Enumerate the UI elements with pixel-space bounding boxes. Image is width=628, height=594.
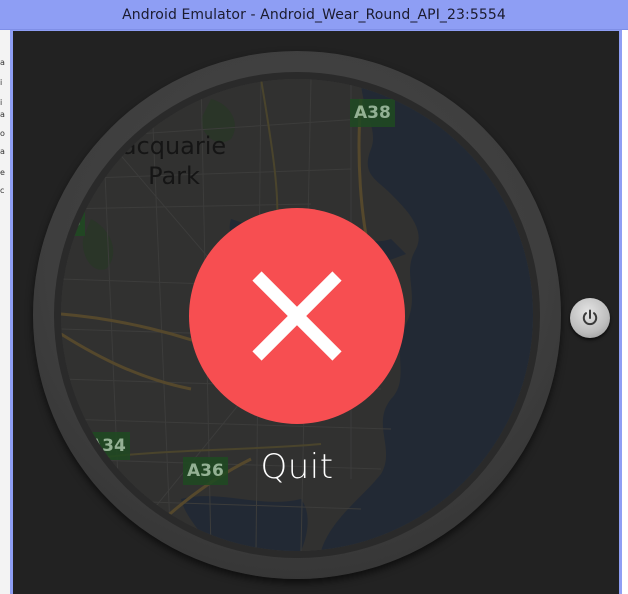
watch-display[interactable]: acquarie Park A38 0 A34 A36 Quit [61, 79, 533, 551]
window-titlebar[interactable]: Android Emulator - Android_Wear_Round_AP… [0, 0, 628, 30]
map-place-label: acquarie Park [109, 131, 239, 191]
road-shield: A38 [350, 99, 395, 127]
road-shield: 0 [61, 208, 85, 236]
map-place-label-line1: acquarie [121, 132, 227, 160]
power-icon [582, 309, 598, 326]
power-button[interactable] [570, 298, 610, 338]
quit-button[interactable] [189, 208, 405, 424]
road-shield: A34 [85, 432, 130, 460]
map-place-label-line2: Park [148, 162, 200, 190]
emulator-window: Android Emulator - Android_Wear_Round_AP… [0, 0, 628, 594]
close-x-icon [252, 271, 342, 361]
window-title: Android Emulator - Android_Wear_Round_AP… [122, 7, 506, 23]
quit-label[interactable]: Quit [197, 447, 397, 487]
